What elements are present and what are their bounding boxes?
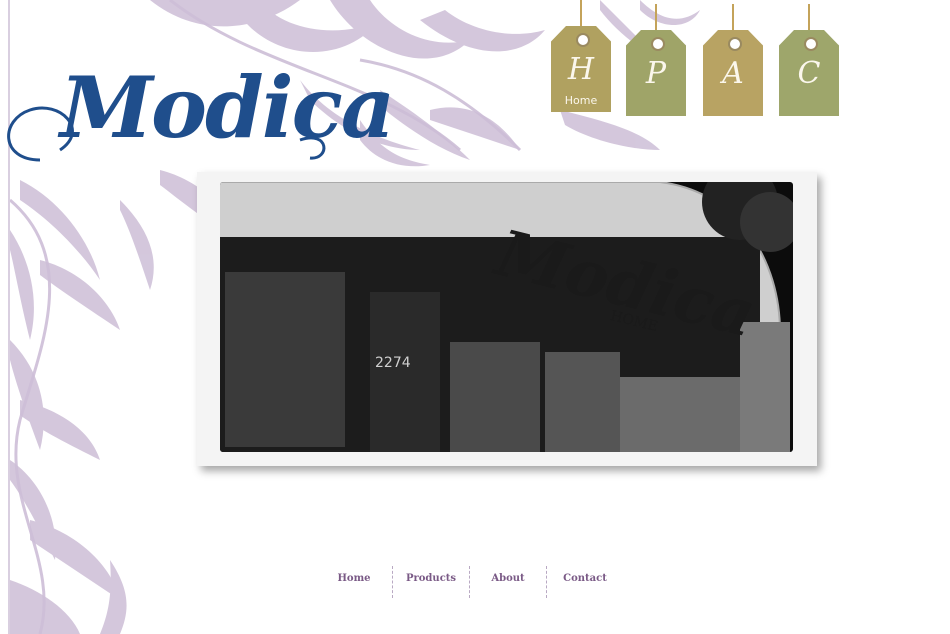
tag-string — [732, 4, 734, 34]
tag-label: Home — [564, 94, 598, 107]
tag-string — [808, 4, 810, 34]
tag-hole — [576, 33, 590, 47]
tag-string — [580, 0, 582, 30]
tag-home[interactable]: H Home — [551, 0, 611, 112]
tag-letter: C — [797, 56, 821, 91]
tag-hole — [728, 37, 742, 51]
tag-contact[interactable]: C — [779, 4, 839, 116]
tag-letter: P — [645, 56, 667, 91]
address-number: 2274 — [375, 355, 411, 371]
tag-letter: A — [722, 56, 744, 91]
tag-letter: H — [567, 52, 595, 87]
tag-string — [655, 4, 657, 34]
nav-contact-link[interactable]: Contact — [547, 566, 623, 598]
tag-products[interactable]: P — [626, 4, 686, 116]
storefront-photo: Modica HOME 2274 — [220, 182, 793, 452]
tag-hole — [804, 37, 818, 51]
tag-about[interactable]: A — [703, 4, 763, 116]
nav-products-link[interactable]: Products — [393, 566, 469, 598]
tag-hole — [651, 37, 665, 51]
logo-text: Modica — [60, 58, 395, 157]
storefront-image: Modica HOME 2274 — [220, 182, 793, 452]
nav-home-link[interactable]: Home — [316, 566, 392, 598]
nav-about-link[interactable]: About — [470, 566, 546, 598]
site-logo[interactable]: Modica — [0, 40, 395, 190]
storefront-photo-frame: Modica HOME 2274 — [197, 172, 817, 466]
footer-nav: Home Products About Contact — [316, 566, 623, 598]
